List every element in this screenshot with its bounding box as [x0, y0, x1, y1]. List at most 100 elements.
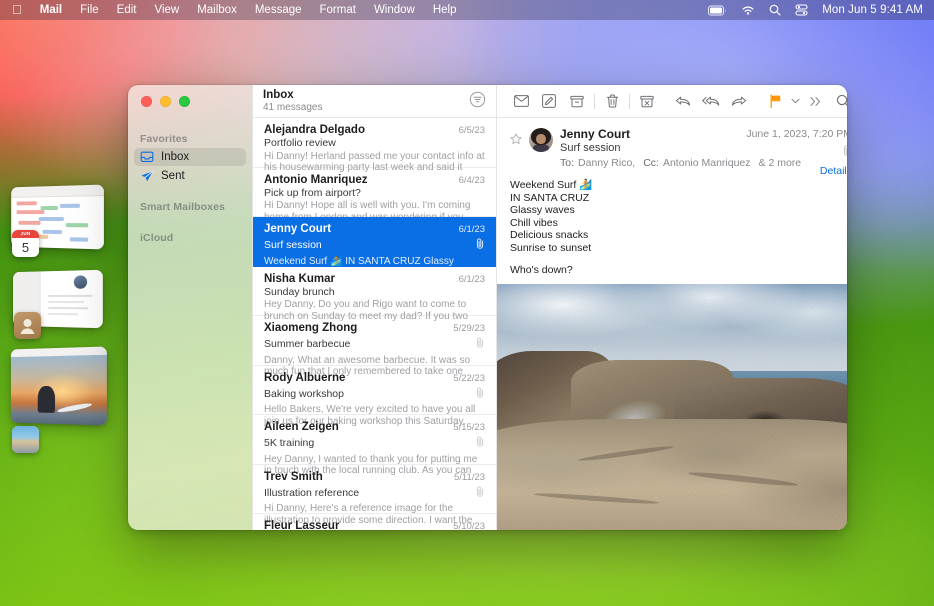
- reply-all-button[interactable]: [701, 91, 721, 111]
- mail-window[interactable]: Favorites Inbox Sent Smart Mailboxes iCl…: [128, 85, 847, 530]
- paperclip-icon: [476, 335, 485, 353]
- toolbar-divider: [594, 93, 595, 109]
- message-subject: 5K training: [264, 437, 315, 449]
- contact-avatar: [73, 275, 88, 289]
- message-date: 5/29/23: [453, 323, 485, 334]
- message-list-scroll[interactable]: Alejandra Delgado 6/5/23 Portfolio revie…: [253, 118, 496, 530]
- compose-button[interactable]: [539, 91, 559, 111]
- contacts-app-icon[interactable]: [14, 312, 41, 339]
- close-window-button[interactable]: [141, 96, 152, 107]
- to-recipient[interactable]: Danny Rico,: [578, 156, 635, 170]
- maximize-window-button[interactable]: [179, 96, 190, 107]
- photos-surfer-image: [10, 354, 107, 426]
- menu-item-window[interactable]: Window: [365, 0, 424, 20]
- sidebar-section-icloud[interactable]: iCloud: [128, 232, 252, 247]
- message-list-item[interactable]: Aileen Zeigen 5/15/23 5K training Hey Da…: [253, 415, 496, 476]
- apple-logo-icon[interactable]: : [9, 0, 31, 20]
- photos-icon-image: [12, 426, 39, 453]
- menu-item-view[interactable]: View: [145, 0, 188, 20]
- message-list-pane: Inbox 41 messages Alejandra Delgado 6/5/…: [252, 85, 496, 530]
- body-line: Delicious snacks: [510, 229, 589, 242]
- menu-bar-status-area: Mon Jun 5 9:41 AM: [708, 4, 934, 16]
- message-sender: Fleur Lasseur: [264, 520, 340, 530]
- menu-bar-clock[interactable]: Mon Jun 5 9:41 AM: [822, 4, 923, 16]
- message-list-item[interactable]: Fleur Lasseur 5/10/23: [253, 514, 496, 530]
- message-date: 5/22/23: [453, 372, 485, 384]
- message-sender: Antonio Manriquez: [264, 173, 368, 186]
- inbox-tray-icon: [140, 151, 154, 164]
- message-date: 5/15/23: [453, 422, 485, 433]
- calendar-app-icon[interactable]: JUN 5: [12, 230, 39, 257]
- flag-button[interactable]: [765, 91, 785, 111]
- to-label: To:: [560, 157, 575, 169]
- photos-window-thumbnail[interactable]: [8, 346, 107, 453]
- message-list-item[interactable]: Antonio Manriquez 6/4/23 Pick up from ai…: [253, 168, 496, 223]
- wifi-icon[interactable]: [741, 5, 755, 16]
- menu-item-mail[interactable]: Mail: [31, 0, 71, 20]
- mark-unread-button[interactable]: [511, 91, 531, 111]
- archive-button[interactable]: [567, 91, 587, 111]
- calendar-icon-day: 5: [21, 240, 30, 255]
- menu-item-format[interactable]: Format: [311, 0, 365, 20]
- message-date: 6/1/23: [458, 273, 485, 285]
- cc-recipient[interactable]: Antonio Manriquez: [663, 156, 751, 170]
- paperclip-icon[interactable]: [843, 143, 847, 161]
- message-list-item[interactable]: Xiaomeng Zhong 5/29/23 Summer barbecue D…: [253, 316, 496, 377]
- sender-avatar[interactable]: [529, 128, 553, 152]
- message-sender: Alejandra Delgado: [264, 124, 365, 136]
- message-subject: Illustration reference: [264, 486, 360, 499]
- message-list-title-block: Inbox 41 messages: [263, 89, 322, 114]
- message-list-item-selected[interactable]: Jenny Court 6/1/23 Surf session Weekend …: [253, 217, 496, 278]
- body-line: Sunrise to sunset: [510, 241, 592, 254]
- reply-button[interactable]: [673, 91, 693, 111]
- sidebar-item-sent[interactable]: Sent: [134, 167, 246, 185]
- message-sender: Xiaomeng Zhong: [264, 322, 358, 334]
- menu-item-help[interactable]: Help: [424, 0, 466, 20]
- message-list-item[interactable]: Alejandra Delgado 6/5/23 Portfolio revie…: [253, 118, 496, 173]
- sidebar-section-smart-mailboxes[interactable]: Smart Mailboxes: [128, 201, 252, 216]
- message-body: Weekend Surf 🏄 IN SANTA CRUZ Glassy wave…: [497, 177, 847, 284]
- calendar-window-thumbnail[interactable]: JUN 5: [8, 184, 104, 257]
- forward-button[interactable]: [729, 91, 749, 111]
- menu-item-message[interactable]: Message: [246, 0, 311, 20]
- message-subject: Baking workshop: [264, 387, 344, 400]
- paperclip-icon: [476, 484, 485, 502]
- message-date: 5/11/23: [454, 471, 485, 483]
- sidebar-item-inbox[interactable]: Inbox: [134, 148, 246, 166]
- message-list-item[interactable]: Trev Smith 5/11/23 Illustration referenc…: [253, 465, 496, 526]
- minimize-window-button[interactable]: [160, 96, 171, 107]
- body-line: Glassy waves: [510, 204, 575, 217]
- message-list-item[interactable]: Nisha Kumar 6/1/23 Sunday brunch Hey Dan…: [253, 267, 496, 322]
- control-center-icon[interactable]: [795, 4, 808, 16]
- message-count: 41 messages: [263, 102, 323, 113]
- sidebar-item-label: Inbox: [161, 151, 190, 163]
- menu-item-edit[interactable]: Edit: [108, 0, 146, 20]
- message-attachment-image[interactable]: [497, 284, 847, 530]
- junk-button[interactable]: [637, 91, 657, 111]
- menu-bar-left:  Mail File Edit View Mailbox Message Fo…: [0, 0, 466, 20]
- battery-icon[interactable]: [708, 5, 727, 16]
- details-link[interactable]: Details: [820, 164, 847, 178]
- paperclip-icon: [476, 236, 485, 254]
- menu-item-file[interactable]: File: [71, 0, 108, 20]
- menu-item-mailbox[interactable]: Mailbox: [188, 0, 246, 20]
- mail-sidebar: Favorites Inbox Sent Smart Mailboxes iCl…: [128, 85, 252, 530]
- message-list-item[interactable]: Rody Albuerne 5/22/23 Baking workshop He…: [253, 366, 496, 427]
- photos-window-preview[interactable]: [10, 346, 107, 426]
- contacts-window-thumbnail[interactable]: [10, 269, 103, 339]
- star-outline-icon[interactable]: [510, 132, 522, 145]
- filter-icon[interactable]: [469, 91, 486, 108]
- delete-button[interactable]: [602, 91, 622, 111]
- more-toolbar-items-button[interactable]: [805, 91, 825, 111]
- desktop:  Mail File Edit View Mailbox Message Fo…: [0, 0, 934, 606]
- flag-dropdown-button[interactable]: [785, 91, 805, 111]
- message-subject: Pick up from airport?: [264, 186, 361, 199]
- body-line: Chill vibes: [510, 216, 558, 229]
- photos-app-icon[interactable]: [12, 426, 39, 453]
- menu-bar:  Mail File Edit View Mailbox Message Fo…: [0, 0, 934, 20]
- message-subject: Summer barbecue: [264, 338, 351, 350]
- search-button[interactable]: [833, 91, 847, 111]
- reading-pane: Jenny Court Surf session To: Danny Rico,…: [496, 85, 847, 530]
- search-icon[interactable]: [769, 4, 781, 16]
- message-date: 6/1/23: [458, 224, 485, 235]
